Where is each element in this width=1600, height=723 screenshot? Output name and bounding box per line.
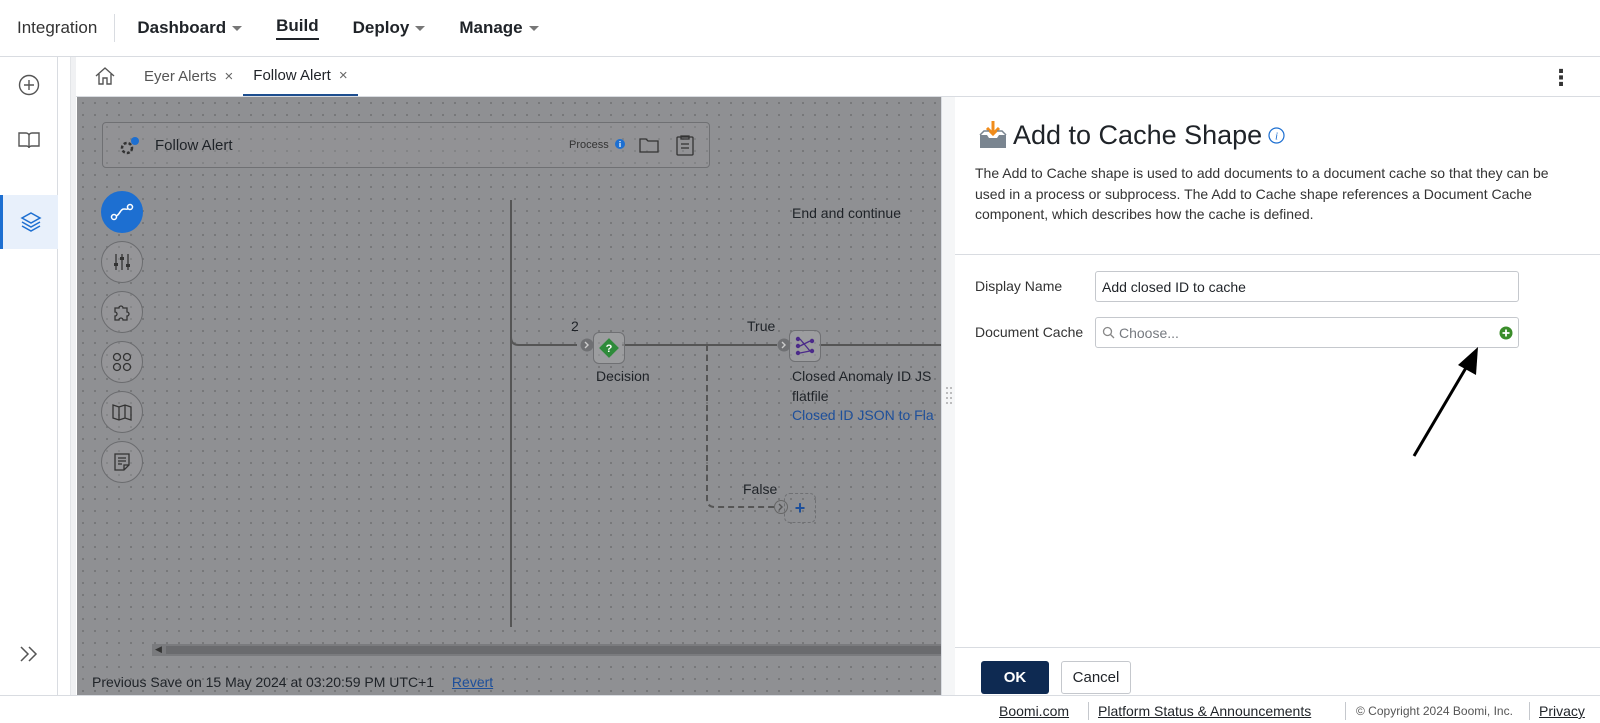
display-name-label: Display Name [975,278,1063,294]
info-icon[interactable]: i [1268,126,1285,144]
previous-save-text: Previous Save on 15 May 2024 at 03:20:59… [92,674,435,690]
nav-deploy[interactable]: Deploy [353,18,426,38]
page-footer: Boomi.com Platform Status & Announcement… [0,695,1600,723]
create-button[interactable] [0,58,58,112]
expand-rail-button[interactable] [0,627,58,681]
close-icon[interactable]: × [225,68,234,85]
panel-resize-handle[interactable] [941,97,955,695]
caret-down-icon [415,25,426,31]
document-cache-label: Document Cache [975,324,1084,340]
home-tab[interactable] [76,56,134,96]
panel-footer: OK Cancel [955,647,1600,695]
scroll-thumb[interactable] [166,646,941,654]
close-icon[interactable]: × [339,67,348,84]
document-cache-placeholder: Choose... [1119,324,1179,341]
double-chevron-right-icon [20,646,38,662]
add-shape-button[interactable]: + [784,493,816,523]
tab-follow-alert[interactable]: Follow Alert × [243,56,358,96]
process-canvas[interactable]: Follow Alert Process End and continue 2 … [77,97,941,695]
decision-shape[interactable]: ? [593,332,625,364]
save-status: Previous Save on 15 May 2024 at 03:20:59… [92,674,493,690]
annotation-arrow [1412,347,1478,457]
drag-handle-icon [946,387,952,404]
panel-title-text: Add to Cache Shape [1013,119,1263,150]
map-component-link[interactable]: Closed ID JSON to Fla [792,407,934,423]
tab-label: Follow Alert [253,66,331,84]
privacy-link[interactable]: Privacy [1539,703,1585,719]
footer-divider [1345,702,1346,720]
svg-text:?: ? [606,343,613,355]
rail-divider [70,57,76,695]
nav-dashboard[interactable]: Dashboard [137,18,243,38]
decision-icon: ? [599,338,619,358]
scroll-left-icon[interactable]: ◀ [155,644,162,655]
end-continue-label: End and continue [792,205,901,221]
shape-properties-panel: Add to Cache Shape i The Add to Cache sh… [955,97,1600,695]
plus-circle-icon [18,74,40,96]
copyright-text: © Copyright 2024 Boomi, Inc. [1356,704,1513,718]
search-icon [1102,326,1115,339]
tab-bar: Eyer Alerts × Follow Alert × ⋮ [76,57,1600,97]
map-title-line2: flatfile [792,388,829,404]
document-cache-chooser[interactable]: Choose... [1095,317,1519,348]
nav-deploy-label: Deploy [352,18,410,37]
top-nav: Integration Dashboard Build Deploy Manag… [0,0,1600,57]
brand-label[interactable]: Integration [0,14,116,42]
components-button[interactable] [0,195,58,249]
boomi-link[interactable]: Boomi.com [999,703,1069,719]
ok-button[interactable]: OK [981,661,1049,694]
docs-button[interactable] [0,113,58,167]
map-title-line1: Closed Anomaly ID JS [792,368,932,384]
map-shape[interactable] [789,330,821,362]
display-name-value: Add closed ID to cache [1102,278,1246,295]
nav-manage[interactable]: Manage [459,18,539,38]
plus-icon: + [794,497,806,518]
footer-divider [1529,702,1530,720]
cancel-button[interactable]: Cancel [1061,661,1131,694]
home-icon [95,67,115,85]
canvas-scrollbar[interactable]: ◀ [152,644,941,656]
data-map-icon [795,336,815,356]
tab-label: Eyer Alerts [144,67,217,85]
connector-arrow-icon [580,338,594,352]
nav-manage-label: Manage [459,18,523,37]
panel-title: Add to Cache Shape i [977,119,1285,151]
branch-count-label: 2 [571,318,579,334]
true-branch-label: True [747,318,776,334]
divider [955,254,1600,255]
nav-build[interactable]: Build [276,16,319,40]
caret-down-icon [528,25,539,31]
decision-label: Decision [596,368,650,384]
display-name-input[interactable]: Add closed ID to cache [1095,271,1519,302]
caret-down-icon [232,25,243,31]
nav-dashboard-label: Dashboard [137,18,227,37]
false-branch-label: False [743,481,778,497]
add-to-cache-icon [979,121,1007,148]
nav-build-label: Build [276,16,319,40]
left-rail [0,57,58,695]
add-cache-icon[interactable] [1499,326,1513,340]
svg-text:i: i [1275,130,1278,142]
platform-status-link[interactable]: Platform Status & Announcements [1098,703,1311,719]
tab-eyer-alerts[interactable]: Eyer Alerts × [134,56,243,96]
revert-link[interactable]: Revert [452,674,493,690]
panel-description: The Add to Cache shape is used to add do… [975,165,1549,222]
layers-icon [19,212,42,232]
footer-divider [1088,702,1089,720]
more-options-icon[interactable]: ⋮ [1550,65,1572,91]
book-icon [18,132,40,149]
